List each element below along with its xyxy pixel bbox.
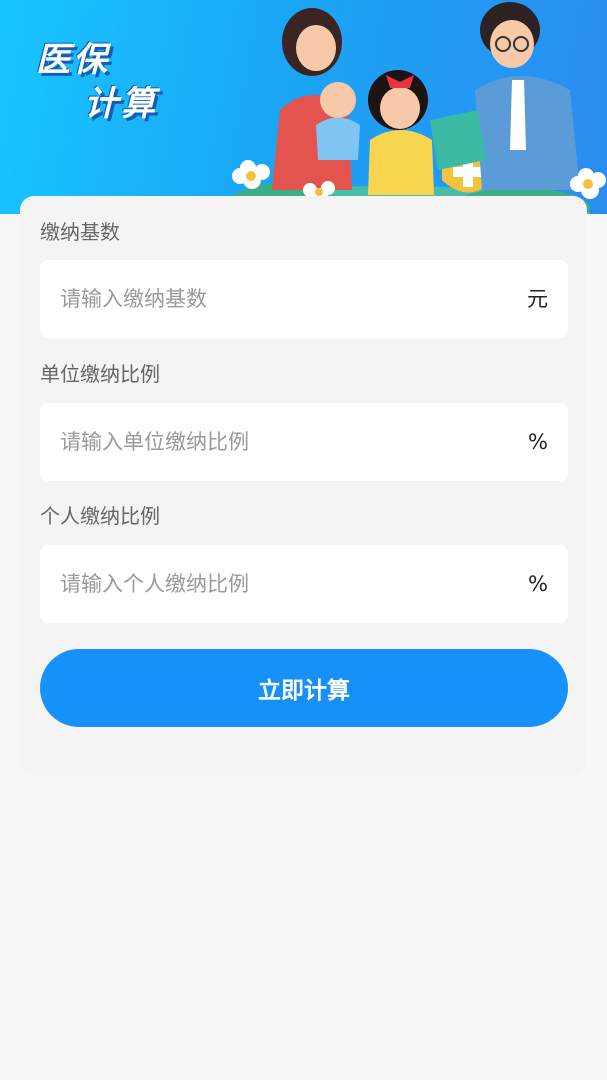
personal-ratio-input[interactable]	[60, 545, 480, 623]
calculate-button[interactable]: 立即计算	[40, 649, 568, 727]
company-ratio-unit: %	[528, 430, 548, 454]
personal-ratio-unit: %	[528, 572, 548, 596]
personal-ratio-label: 个人缴纳比例	[40, 504, 160, 528]
banner-title-line1: 医保	[36, 40, 110, 80]
company-ratio-field[interactable]: %	[40, 403, 568, 481]
banner-title-line2: 计算	[84, 84, 158, 124]
banner-title: 医保 计算	[36, 38, 158, 126]
base-field[interactable]: 元	[40, 260, 568, 338]
base-unit: 元	[527, 287, 548, 311]
company-ratio-input[interactable]	[60, 403, 480, 481]
base-label: 缴纳基数	[40, 220, 120, 244]
family-illustration	[220, 2, 606, 214]
company-ratio-label: 单位缴纳比例	[40, 362, 160, 386]
personal-ratio-field[interactable]: %	[40, 545, 568, 623]
header-banner: 医保 计算	[0, 0, 607, 214]
base-input[interactable]	[60, 260, 480, 338]
